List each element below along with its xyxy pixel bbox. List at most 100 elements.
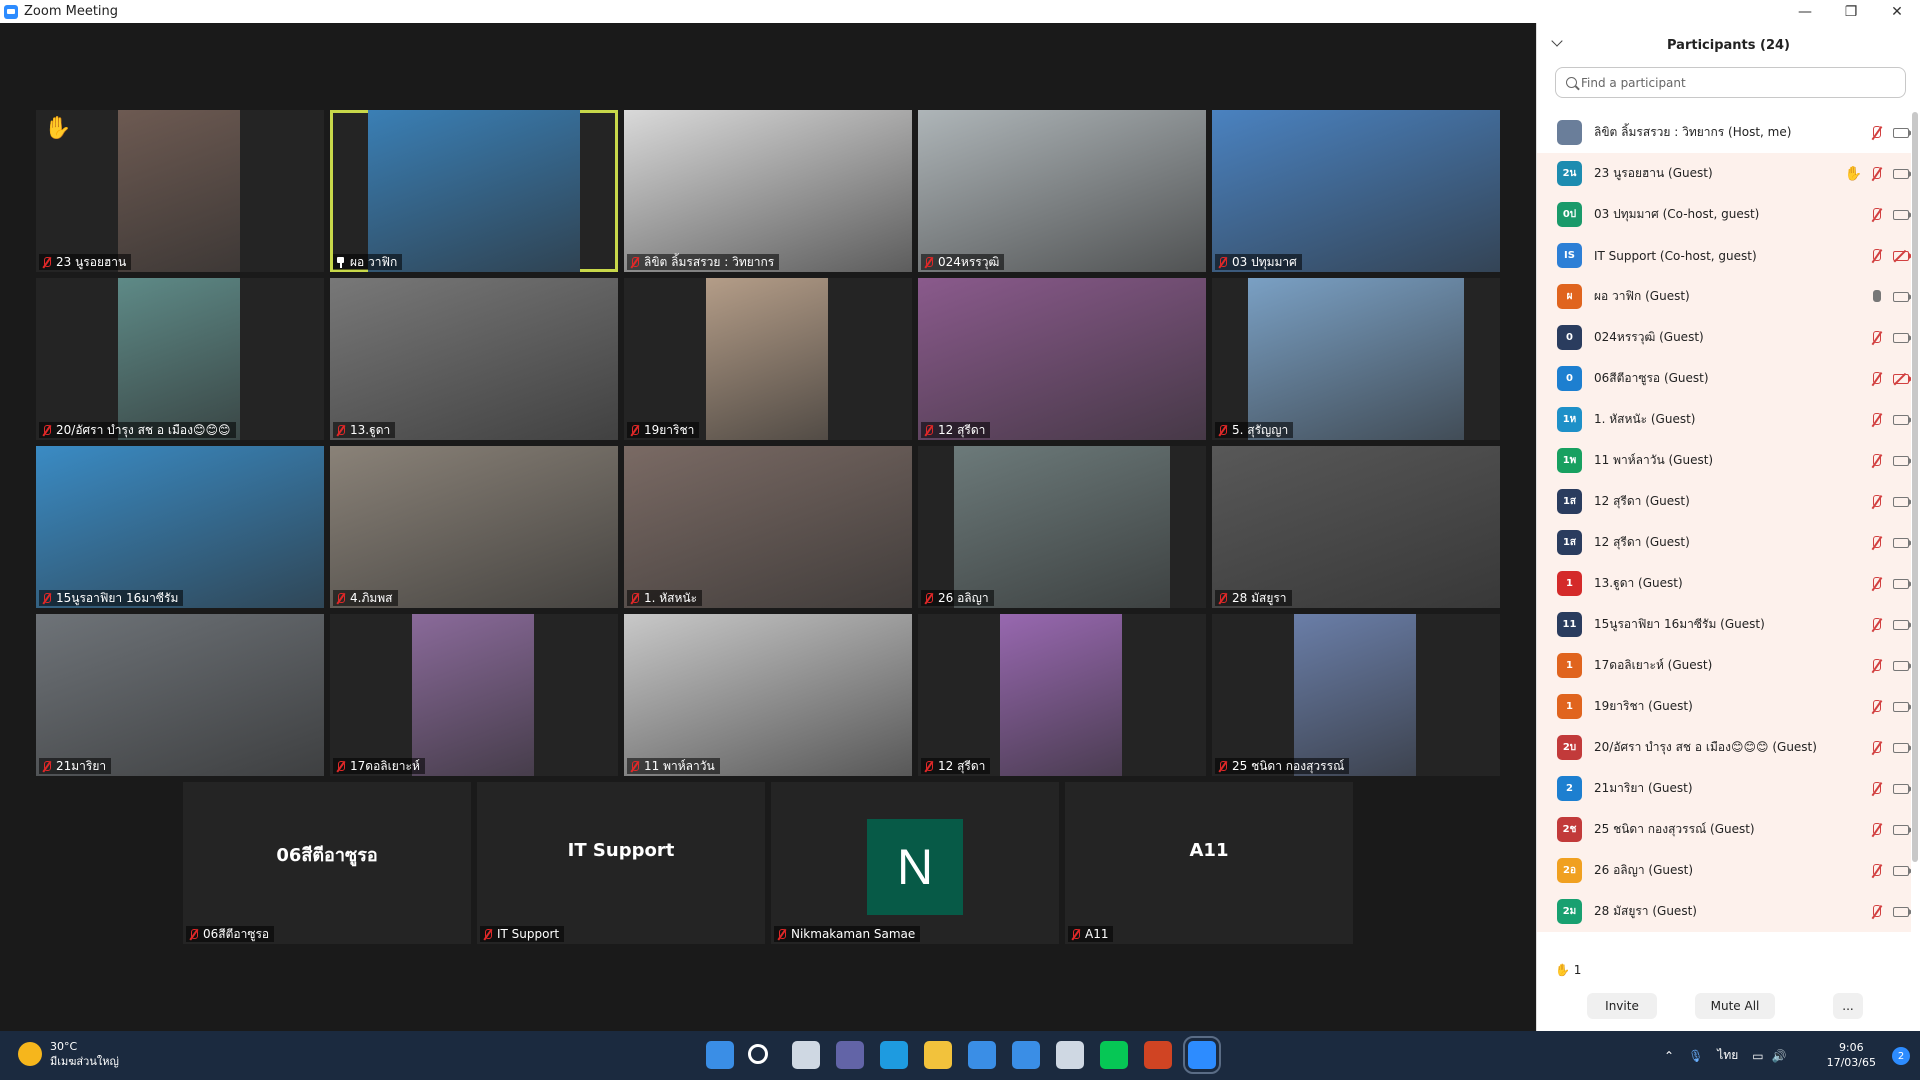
muted-mic-icon[interactable] xyxy=(1870,576,1882,591)
video-camera-icon[interactable] xyxy=(1893,537,1911,548)
video-tile[interactable]: 024หรรวุฒิ xyxy=(918,110,1206,272)
close-button[interactable]: ✕ xyxy=(1874,0,1920,23)
participant-row[interactable]: 0ป 03 ปทุมมาศ (Co-host, guest) xyxy=(1537,194,1911,235)
volume-icon[interactable]: 🔊 xyxy=(1772,1049,1787,1063)
participant-row[interactable]: ผ ผอ วาฟิก (Guest) xyxy=(1537,276,1911,317)
video-camera-icon[interactable] xyxy=(1893,742,1911,753)
video-tile[interactable]: 13.ฐูดา xyxy=(330,278,618,440)
muted-mic-icon[interactable] xyxy=(1870,494,1882,509)
search-icon[interactable] xyxy=(748,1044,768,1064)
video-camera-icon[interactable] xyxy=(1893,824,1911,835)
video-tile[interactable]: 15นูรอาฟิยา 16มาซีรัม xyxy=(36,446,324,608)
mute-all-button[interactable]: Mute All xyxy=(1695,993,1775,1019)
video-tile[interactable]: 12 สุรีดา xyxy=(918,278,1206,440)
minimize-button[interactable]: — xyxy=(1782,0,1828,23)
participant-row[interactable]: 1ส 12 สุรีดา (Guest) xyxy=(1537,481,1911,522)
muted-mic-icon[interactable] xyxy=(1870,863,1882,878)
muted-mic-icon[interactable] xyxy=(1870,412,1882,427)
participant-row[interactable]: 2น 23 นูรอยฮาน (Guest) ✋ xyxy=(1537,153,1911,194)
video-tile[interactable]: ผอ วาฟิก xyxy=(330,110,618,272)
collapse-chevron-icon[interactable] xyxy=(1551,35,1563,47)
video-camera-icon[interactable] xyxy=(1893,127,1911,138)
participant-row[interactable]: 0 06สีตีอาซูรอ (Guest) xyxy=(1537,358,1911,399)
video-camera-icon[interactable] xyxy=(1893,414,1911,425)
video-camera-icon[interactable] xyxy=(1893,168,1911,179)
start-icon[interactable] xyxy=(706,1041,734,1069)
muted-mic-icon[interactable] xyxy=(1870,740,1882,755)
muted-mic-icon[interactable] xyxy=(1870,330,1882,345)
network-icon[interactable]: ▭ xyxy=(1752,1049,1763,1063)
muted-mic-icon[interactable] xyxy=(1870,371,1882,386)
participant-row[interactable]: 2ม 28 มัสยูรา (Guest) xyxy=(1537,891,1911,932)
video-tile[interactable]: 4.ภิมพส xyxy=(330,446,618,608)
video-tile[interactable]: 21มาริยา xyxy=(36,614,324,776)
video-tile[interactable]: 1. หัสหนัะ xyxy=(624,446,912,608)
video-tile[interactable]: 11 พาห์ลาวัน xyxy=(624,614,912,776)
audio-only-tile[interactable]: 06สีตีอาซูรอ 06สีตีอาซูรอ xyxy=(183,782,471,944)
video-tile[interactable]: 19ยาริชา xyxy=(624,278,912,440)
weather-widget[interactable]: 30°C มีเมฆส่วนใหญ่ xyxy=(18,1039,119,1069)
invite-button[interactable]: Invite xyxy=(1587,993,1657,1019)
video-camera-icon[interactable] xyxy=(1893,783,1911,794)
zoom-icon[interactable] xyxy=(1183,1036,1221,1074)
powerpoint-icon[interactable] xyxy=(1144,1041,1172,1069)
video-tile[interactable]: ✋ 23 นูรอยฮาน xyxy=(36,110,324,272)
mail-icon[interactable] xyxy=(1012,1041,1040,1069)
file-explorer-icon[interactable] xyxy=(924,1041,952,1069)
participant-row[interactable]: IS IT Support (Co-host, guest) xyxy=(1537,235,1911,276)
more-button[interactable]: ... xyxy=(1833,993,1863,1019)
video-tile[interactable]: 20/อัศรา บำรุง สช อ เมือง😊😊😊 xyxy=(36,278,324,440)
language-indicator[interactable]: ไทย xyxy=(1717,1046,1738,1065)
video-tile[interactable]: 12 สุรีดา xyxy=(918,614,1206,776)
snipping-tool-icon[interactable] xyxy=(1056,1041,1084,1069)
teams-chat-icon[interactable] xyxy=(836,1041,864,1069)
muted-mic-icon[interactable] xyxy=(1870,781,1882,796)
video-tile[interactable]: 25 ชนิดา กองสุวรรณ์ xyxy=(1212,614,1500,776)
muted-mic-icon[interactable] xyxy=(1870,699,1882,714)
participant-row[interactable]: 2 21มาริยา (Guest) xyxy=(1537,768,1911,809)
video-camera-icon[interactable] xyxy=(1893,209,1911,220)
participant-row[interactable]: 1ส 12 สุรีดา (Guest) xyxy=(1537,522,1911,563)
participant-row[interactable]: 2อ 26 อลิญา (Guest) xyxy=(1537,850,1911,891)
muted-mic-icon[interactable] xyxy=(1870,658,1882,673)
audio-only-tile[interactable]: IT Support IT Support xyxy=(477,782,765,944)
restore-button[interactable]: ❐ xyxy=(1828,0,1874,23)
microphone-icon[interactable] xyxy=(1870,289,1882,304)
muted-mic-icon[interactable] xyxy=(1870,248,1882,263)
muted-mic-icon[interactable] xyxy=(1870,904,1882,919)
participant-row[interactable]: 1ห 1. หัสหนัะ (Guest) xyxy=(1537,399,1911,440)
notification-badge[interactable]: 2 xyxy=(1892,1047,1910,1065)
muted-mic-icon[interactable] xyxy=(1870,166,1882,181)
participant-list-scrollbar[interactable] xyxy=(1912,112,1918,862)
video-tile[interactable]: 28 มัสยูรา xyxy=(1212,446,1500,608)
participant-row[interactable]: 1พ 11 พาห์ลาวัน (Guest) xyxy=(1537,440,1911,481)
video-tile[interactable]: 26 อลิญา xyxy=(918,446,1206,608)
video-camera-icon[interactable] xyxy=(1893,291,1911,302)
video-camera-icon[interactable] xyxy=(1893,578,1911,589)
store-icon[interactable] xyxy=(968,1041,996,1069)
muted-mic-icon[interactable] xyxy=(1870,453,1882,468)
participant-row[interactable]: 1 19ยาริชา (Guest) xyxy=(1537,686,1911,727)
video-tile[interactable]: 17ดอลิเยาะห์ xyxy=(330,614,618,776)
video-tile[interactable]: ลิขิต ลิ้มรสรวย : วิทยากร xyxy=(624,110,912,272)
clock[interactable]: 9:06 17/03/65 xyxy=(1827,1040,1876,1070)
video-tile[interactable]: 5. สุรัญญา xyxy=(1212,278,1500,440)
muted-mic-icon[interactable] xyxy=(1870,207,1882,222)
audio-only-tile[interactable]: A11 A11 xyxy=(1065,782,1353,944)
video-camera-icon[interactable] xyxy=(1893,455,1911,466)
participant-row[interactable]: ลิขิต ลิ้มรสรวย : วิทยากร (Host, me) xyxy=(1537,112,1911,153)
participant-row[interactable]: 2ช 25 ชนิดา กองสุวรรณ์ (Guest) xyxy=(1537,809,1911,850)
muted-mic-icon[interactable] xyxy=(1870,822,1882,837)
participant-list[interactable]: ลิขิต ลิ้มรสรวย : วิทยากร (Host, me) 2น 23… xyxy=(1537,112,1911,942)
video-camera-icon[interactable] xyxy=(1893,865,1911,876)
muted-mic-icon[interactable] xyxy=(1870,535,1882,550)
video-camera-icon[interactable] xyxy=(1893,332,1911,343)
task-view-icon[interactable] xyxy=(792,1041,820,1069)
tray-overflow-icon[interactable]: ⌃ xyxy=(1664,1049,1674,1063)
participant-row[interactable]: 1 13.ฐูดา (Guest) xyxy=(1537,563,1911,604)
edge-icon[interactable] xyxy=(880,1041,908,1069)
video-camera-icon[interactable] xyxy=(1893,701,1911,712)
muted-mic-icon[interactable] xyxy=(1870,125,1882,140)
participant-row[interactable]: 2บ 20/อัศรา บำรุง สช อ เมือง😊😊😊 (Guest) xyxy=(1537,727,1911,768)
participant-row[interactable]: 0 024หรรวุฒิ (Guest) xyxy=(1537,317,1911,358)
